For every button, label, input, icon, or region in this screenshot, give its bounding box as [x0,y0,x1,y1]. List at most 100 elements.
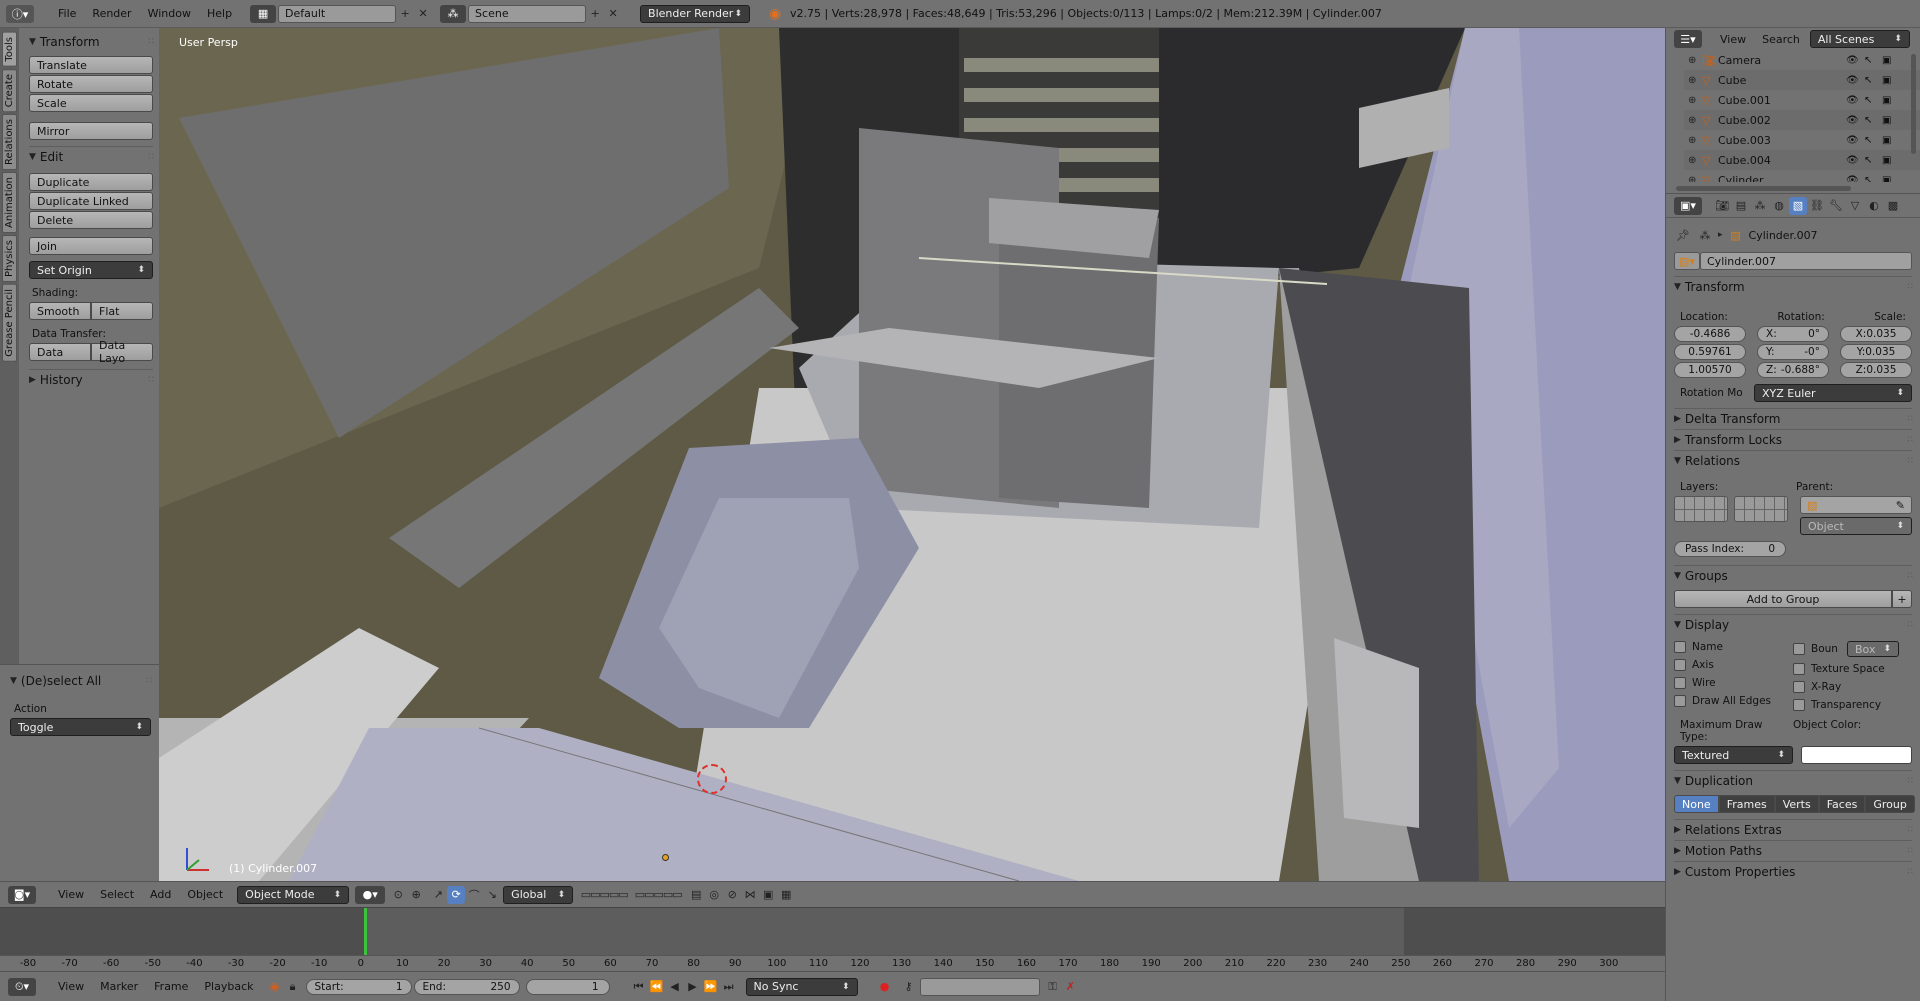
add-group-plus-button[interactable]: + [1892,590,1912,608]
eye-icon[interactable]: 👁︎ [1846,55,1864,66]
eyedropper-icon[interactable]: ✎ [1896,499,1905,512]
display-transparency-checkbox[interactable]: Transparency [1793,699,1912,711]
groups-header[interactable]: ▼ Groups ∷ [1674,566,1913,586]
display-texture-space-checkbox[interactable]: Texture Space [1793,663,1912,675]
menu-view[interactable]: View [50,888,92,901]
cursor-select-icon[interactable]: ↖ [1864,55,1882,66]
tab-tools[interactable]: Tools [2,32,17,67]
set-origin-select[interactable]: Set Origin [29,261,153,279]
end-frame-field[interactable]: End: 250 [413,978,520,995]
jump-keyframe-back-icon[interactable]: ⏪ [648,978,666,996]
drag-grip-icon[interactable]: ∷ [148,37,154,47]
jump-end-icon[interactable]: ⏭ [720,978,738,996]
outliner-menu-search[interactable]: Search [1754,33,1808,46]
drag-grip-icon[interactable]: ∷ [1907,867,1913,877]
pass-index-field[interactable]: Pass Index: 0 [1674,541,1786,557]
expand-icon[interactable]: ⊕ [1688,135,1702,146]
menu-render[interactable]: Render [84,7,139,20]
menu-file[interactable]: File [50,7,84,20]
remove-layout-icon[interactable]: ✕ [414,5,432,23]
render-visibility-icon[interactable]: ▣ [1882,55,1898,66]
viewport-shading-icon[interactable]: ●▾ [355,885,386,904]
transform-locks-header[interactable]: ▶ Transform Locks ∷ [1674,430,1913,450]
screen-layout-icon[interactable]: ▦ [250,4,277,23]
drag-grip-icon[interactable]: ∷ [1907,414,1913,424]
lock-icon[interactable]: 🔒︎ [284,978,302,996]
scale-x-field[interactable]: X:0.035 [1840,326,1912,342]
outliner-item[interactable]: ⊕ ▽ Cube.003 👁︎ ↖ ▣ [1684,130,1920,150]
rotate-button[interactable]: Rotate [29,75,153,93]
data-tab-icon[interactable]: ▽ [1846,197,1864,215]
duplicate-button[interactable]: Duplicate [29,173,153,191]
play-icon[interactable]: ▶ [684,978,702,996]
motion-paths-header[interactable]: ▶ Motion Paths ∷ [1674,841,1913,861]
tab-relations[interactable]: Relations [2,113,17,170]
parent-type-select[interactable]: Object [1800,517,1912,535]
screen-layout-field[interactable]: Default [278,4,397,23]
duplication-verts-button[interactable]: Verts [1774,795,1819,813]
menu-window[interactable]: Window [140,7,199,20]
translate-manipulator-icon[interactable]: ↗ [429,886,447,904]
display-xray-checkbox[interactable]: X-Ray [1793,681,1912,693]
add-scene-icon[interactable]: + [586,5,604,23]
keying-set-field[interactable] [919,977,1040,996]
jump-start-icon[interactable]: ⏮ [630,978,648,996]
transform-panel-header[interactable]: ▼ Transform ∷ [1674,277,1913,297]
outliner-editor-icon[interactable]: ☰▾ [1674,30,1702,48]
delete-keyframe-icon[interactable]: ✗ [1062,978,1080,996]
location-z-field[interactable]: 1.00570 [1674,362,1746,378]
transform-orient-icon[interactable]: ↘ [483,886,501,904]
expand-icon[interactable]: ⊕ [1688,75,1702,86]
pin-icon[interactable]: 📌︎ [1674,226,1692,244]
drag-grip-icon[interactable]: ∷ [1907,435,1913,445]
checkbox[interactable] [1674,641,1686,653]
relations-extras-header[interactable]: ▶ Relations Extras ∷ [1674,820,1913,840]
expand-icon[interactable]: ⊕ [1688,55,1702,66]
timeline-track[interactable] [0,907,1665,956]
scale-y-field[interactable]: Y:0.035 [1840,344,1912,360]
properties-editor-icon[interactable]: ▣▾ [1674,196,1702,215]
object-color-swatch[interactable] [1801,746,1912,764]
menu-select[interactable]: Select [92,888,142,901]
cursor-select-icon[interactable]: ↖ [1864,155,1882,166]
tab-animation[interactable]: Animation [2,171,17,233]
current-frame-line[interactable] [364,908,367,956]
scene-icon[interactable]: ⁂ [440,4,467,23]
pivot-point-icon[interactable]: ⊙ [389,886,407,904]
render-visibility-icon[interactable]: ▣ [1882,135,1898,146]
render-visibility-icon[interactable]: ▣ [1882,115,1898,126]
join-button[interactable]: Join [29,237,153,255]
expand-icon[interactable]: ⊕ [1688,95,1702,106]
menu-marker[interactable]: Marker [92,980,146,993]
cursor-select-icon[interactable]: ↖ [1864,95,1882,106]
material-tab-icon[interactable]: ◐ [1865,197,1883,215]
bounds-type-select[interactable]: Box [1847,641,1899,657]
drag-grip-icon[interactable]: ∷ [148,152,154,162]
scene-cursor-icon[interactable] [697,764,727,794]
world-tab-icon[interactable]: ◍ [1770,197,1788,215]
smooth-button[interactable]: Smooth [29,302,91,320]
data-button[interactable]: Data [29,343,91,361]
timeline-editor-icon[interactable]: ⏲▾ [8,977,36,996]
drag-grip-icon[interactable]: ∷ [1907,571,1913,581]
eye-icon[interactable]: 👁︎ [1846,115,1864,126]
rotation-y-field[interactable]: Y: -0° [1757,344,1829,360]
render-visibility-icon[interactable]: ▣ [1882,75,1898,86]
proportional-edit-icon[interactable]: ◎ [705,886,723,904]
rotation-z-field[interactable]: Z: -0.688° [1757,362,1829,378]
eye-icon[interactable]: 👁︎ [1846,75,1864,86]
scene-tab-icon[interactable]: ⁂ [1751,197,1769,215]
outliner-item[interactable]: ⊕ ▽ Cylinder 👁︎ ↖ ▣ [1684,170,1920,182]
parent-field[interactable]: ▧ ✎ [1800,496,1912,514]
start-frame-field[interactable]: Start: 1 [305,978,412,995]
editor-type-icon[interactable]: ◙▾ [8,885,36,904]
keying-set-icon[interactable]: ⚷ [900,978,918,996]
flat-button[interactable]: Flat [91,302,153,320]
menu-frame[interactable]: Frame [146,980,196,993]
menu-object[interactable]: Object [179,888,231,901]
outliner-item[interactable]: ⊕ ▽ Cube.001 👁︎ ↖ ▣ [1684,90,1920,110]
outliner-item[interactable]: ⊕ ▽ Cube.002 👁︎ ↖ ▣ [1684,110,1920,130]
eye-icon[interactable]: 👁︎ [1846,175,1864,183]
duplication-header[interactable]: ▼ Duplication ∷ [1674,771,1913,791]
delta-transform-header[interactable]: ▶ Delta Transform ∷ [1674,409,1913,429]
